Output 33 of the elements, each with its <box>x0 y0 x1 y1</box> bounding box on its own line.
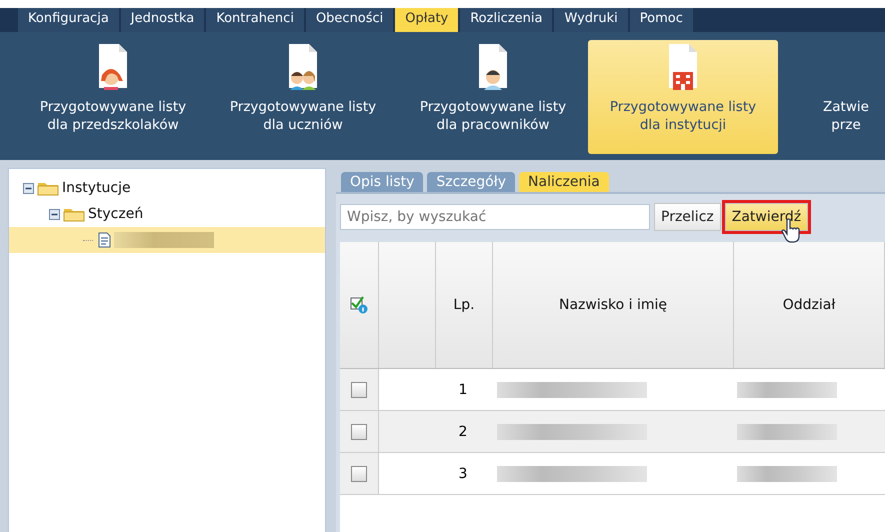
checkbox[interactable] <box>351 424 367 440</box>
tree-item-label[interactable]: Styczeń <box>88 206 144 222</box>
menu-tab[interactable]: Pomoc <box>630 8 693 32</box>
folder-icon <box>63 206 85 222</box>
tree-item-label[interactable]: Instytucje <box>62 180 131 196</box>
tab[interactable]: Naliczenia <box>519 172 609 192</box>
collapse-icon[interactable] <box>49 208 60 220</box>
column-header[interactable]: Nazwisko i imię <box>493 242 734 368</box>
table-cell-text: 2 <box>458 422 468 442</box>
menu-tab[interactable]: Obecności <box>306 8 394 32</box>
button[interactable]: Przelicz <box>654 203 721 231</box>
menu-tab[interactable]: Rozliczenia <box>460 8 552 32</box>
column-header[interactable]: Oddział <box>734 242 885 368</box>
checkbox[interactable] <box>351 382 367 398</box>
ribbon-button[interactable]: Przygotowywane listy dla uczniów <box>208 40 398 154</box>
ribbon-button[interactable]: Przygotowywane listy dla przedszkolaków <box>18 40 208 154</box>
ribbon-button[interactable]: Przygotowywane listy dla pracowników <box>398 40 588 154</box>
menu-tab[interactable]: Wydruki <box>554 8 628 32</box>
collapse-icon[interactable] <box>23 182 34 194</box>
document-icon <box>98 232 111 248</box>
checkbox[interactable] <box>351 466 367 482</box>
check-info-icon <box>350 296 368 314</box>
menu-tab[interactable]: Konfiguracja <box>18 8 119 32</box>
search-field[interactable]: Wpisz, by wyszukać <box>340 204 650 230</box>
table-cell-text: 1 <box>458 380 468 400</box>
ribbon-button[interactable]: Zatwie prze <box>806 40 885 154</box>
table-cell-text: 3 <box>458 464 468 484</box>
menu-tab[interactable]: Jednostka <box>120 8 204 32</box>
column-header[interactable]: Lp. <box>436 242 493 368</box>
menu-tab[interactable]: Kontrahenci <box>206 8 304 32</box>
folder-icon <box>37 180 59 196</box>
menu-tab[interactable]: Opłaty <box>395 8 458 32</box>
ribbon-button[interactable]: Przygotowywane listy dla instytucji <box>588 40 778 154</box>
